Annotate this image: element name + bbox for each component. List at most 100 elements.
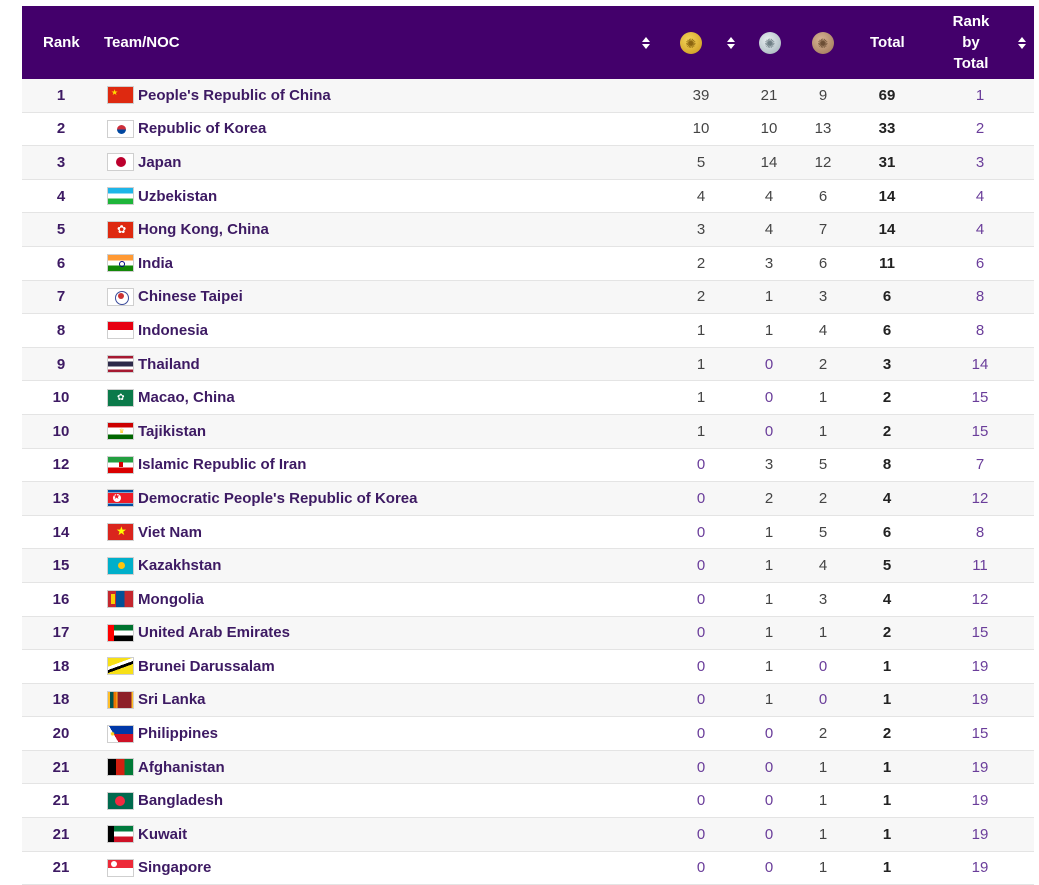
table-row[interactable]: 6 India 2 3 6 11 6	[22, 246, 1034, 281]
total-count: 2	[882, 725, 892, 743]
flag-cell	[107, 449, 135, 482]
table-row[interactable]: 3 Japan 5 14 12 31 3	[22, 146, 1034, 180]
table-row[interactable]: 1 ★ People's Republic of China 39 21 9 6…	[22, 79, 1034, 113]
team-name-link[interactable]: Macao, China	[138, 381, 235, 414]
team-name-link[interactable]: Philippines	[138, 717, 218, 750]
bronze-count: 1	[818, 422, 828, 440]
total-count: 1	[882, 859, 892, 877]
sort-gold-icon[interactable]	[727, 37, 735, 49]
table-row[interactable]: 16 Mongolia 0 1 3 4 12	[22, 582, 1034, 617]
table-row[interactable]: 13 ★ Democratic People's Republic of Kor…	[22, 482, 1034, 516]
rank-by-total-cell: 11	[972, 557, 988, 575]
team-name-link[interactable]: Japan	[138, 146, 181, 179]
rank-by-total-header[interactable]: Rank by Total	[948, 6, 994, 79]
table-row[interactable]: 5 ✿ Hong Kong, China 3 4 7 14 4	[22, 213, 1034, 247]
table-row[interactable]: 15 Kazakhstan 0 1 4 5 11	[22, 549, 1034, 583]
team-name-link[interactable]: Kuwait	[138, 818, 187, 851]
table-row[interactable]: 20 ✹ Philippines 0 0 2 2 15	[22, 717, 1034, 751]
table-row[interactable]: 21 Singapore 0 0 1 1 19	[22, 851, 1034, 885]
rank-header[interactable]: Rank	[43, 6, 80, 79]
team-name-link[interactable]: Afghanistan	[138, 751, 225, 784]
team-name-link[interactable]: People's Republic of China	[138, 79, 331, 112]
singapore-flag-icon	[107, 858, 134, 877]
total-count: 2	[882, 389, 892, 407]
table-row[interactable]: 18 Sri Lanka 0 1 0 1 19	[22, 683, 1034, 718]
table-row[interactable]: 10 ✿ Macao, China 1 0 1 2 15	[22, 381, 1034, 415]
thailand-flag-icon	[107, 355, 134, 374]
table-row[interactable]: 14 ★ Viet Nam 0 1 5 6 8	[22, 515, 1034, 550]
rank-by-total-cell: 8	[975, 523, 985, 541]
table-row[interactable]: 21 Kuwait 0 0 1 1 19	[22, 818, 1034, 852]
rank-by-total-cell: 6	[975, 254, 985, 272]
kazakhstan-flag-icon	[107, 556, 134, 575]
bronze-count: 5	[818, 523, 828, 541]
table-row[interactable]: 21 Bangladesh 0 0 1 1 19	[22, 784, 1034, 819]
team-noc-header[interactable]: Team/NOC	[104, 6, 180, 79]
total-count: 1	[882, 657, 892, 675]
flag-cell: ★	[107, 482, 135, 515]
silver-count: 2	[764, 489, 774, 507]
rank-by-total-cell: 8	[975, 321, 985, 339]
team-name-link[interactable]: Viet Nam	[138, 516, 202, 549]
gold-count: 1	[696, 422, 706, 440]
bronze-count: 2	[818, 355, 828, 373]
team-name-link[interactable]: Republic of Korea	[138, 113, 266, 146]
rank-cell: 2	[56, 120, 66, 138]
total-count: 4	[882, 489, 892, 507]
table-row[interactable]: 2 Republic of Korea 10 10 13 33 2	[22, 112, 1034, 147]
total-header[interactable]: Total	[870, 6, 905, 79]
sort-team-icon[interactable]	[642, 37, 650, 49]
team-name-link[interactable]: United Arab Emirates	[138, 617, 290, 650]
team-name-link[interactable]: Islamic Republic of Iran	[138, 449, 306, 482]
table-row[interactable]: 7 Chinese Taipei 2 1 3 6 8	[22, 280, 1034, 315]
silver-count: 0	[764, 389, 774, 407]
flag-cell: ✹	[107, 717, 135, 750]
team-name-link[interactable]: Mongolia	[138, 583, 204, 616]
total-count: 1	[882, 691, 892, 709]
table-row[interactable]: 17 United Arab Emirates 0 1 1 2 15	[22, 616, 1034, 651]
gold-count: 0	[696, 624, 706, 642]
team-name-link[interactable]: Tajikistan	[138, 415, 206, 448]
team-name-link[interactable]: Chinese Taipei	[138, 281, 243, 314]
silver-count: 0	[764, 792, 774, 810]
team-name-link[interactable]: Thailand	[138, 348, 200, 381]
rank-by-total-cell: 3	[975, 153, 985, 171]
silver-count: 4	[764, 187, 774, 205]
team-name-link[interactable]: Uzbekistan	[138, 180, 217, 213]
table-row[interactable]: 21 Afghanistan 0 0 1 1 19	[22, 750, 1034, 785]
medal-table: Rank Team/NOC ✺ ✺ ✺ Total Rank by Total …	[22, 6, 1034, 885]
flag-cell	[107, 818, 135, 851]
brunei-flag-icon	[107, 657, 134, 676]
team-name-link[interactable]: India	[138, 247, 173, 280]
table-row[interactable]: 8 Indonesia 1 1 4 6 8	[22, 314, 1034, 348]
rank-by-total-cell: 19	[971, 825, 989, 843]
team-name-link[interactable]: Brunei Darussalam	[138, 650, 275, 683]
flag-cell	[107, 146, 135, 179]
rank-by-total-cell: 19	[971, 792, 989, 810]
team-name-link[interactable]: Sri Lanka	[138, 684, 206, 717]
bronze-count: 1	[818, 389, 828, 407]
table-row[interactable]: 12 Islamic Republic of Iran 0 3 5 8 7	[22, 448, 1034, 483]
team-name-link[interactable]: Democratic People's Republic of Korea	[138, 482, 417, 515]
sort-rank-by-total-icon[interactable]	[1018, 37, 1026, 49]
silver-count: 0	[764, 825, 774, 843]
bronze-count: 9	[818, 86, 828, 104]
team-name-link[interactable]: Hong Kong, China	[138, 213, 269, 246]
team-name-link[interactable]: Bangladesh	[138, 784, 223, 817]
table-row[interactable]: 10 ♛ Tajikistan 1 0 1 2 15	[22, 414, 1034, 449]
silver-count: 21	[760, 86, 778, 104]
rank-by-total-cell: 19	[971, 859, 989, 877]
team-name-link[interactable]: Indonesia	[138, 314, 208, 347]
dprk-flag-icon: ★	[107, 489, 134, 508]
table-row[interactable]: 18 Brunei Darussalam 0 1 0 1 19	[22, 650, 1034, 684]
rank-cell: 15	[52, 557, 70, 575]
rank-cell: 10	[52, 422, 70, 440]
uzbekistan-flag-icon	[107, 187, 134, 206]
team-name-link[interactable]: Singapore	[138, 852, 211, 885]
total-count: 1	[882, 758, 892, 776]
rank-cell: 18	[52, 657, 70, 675]
team-name-link[interactable]: Kazakhstan	[138, 549, 221, 582]
hong-kong-flag-icon: ✿	[107, 220, 134, 239]
table-row[interactable]: 9 Thailand 1 0 2 3 14	[22, 347, 1034, 382]
table-row[interactable]: 4 Uzbekistan 4 4 6 14 4	[22, 179, 1034, 214]
